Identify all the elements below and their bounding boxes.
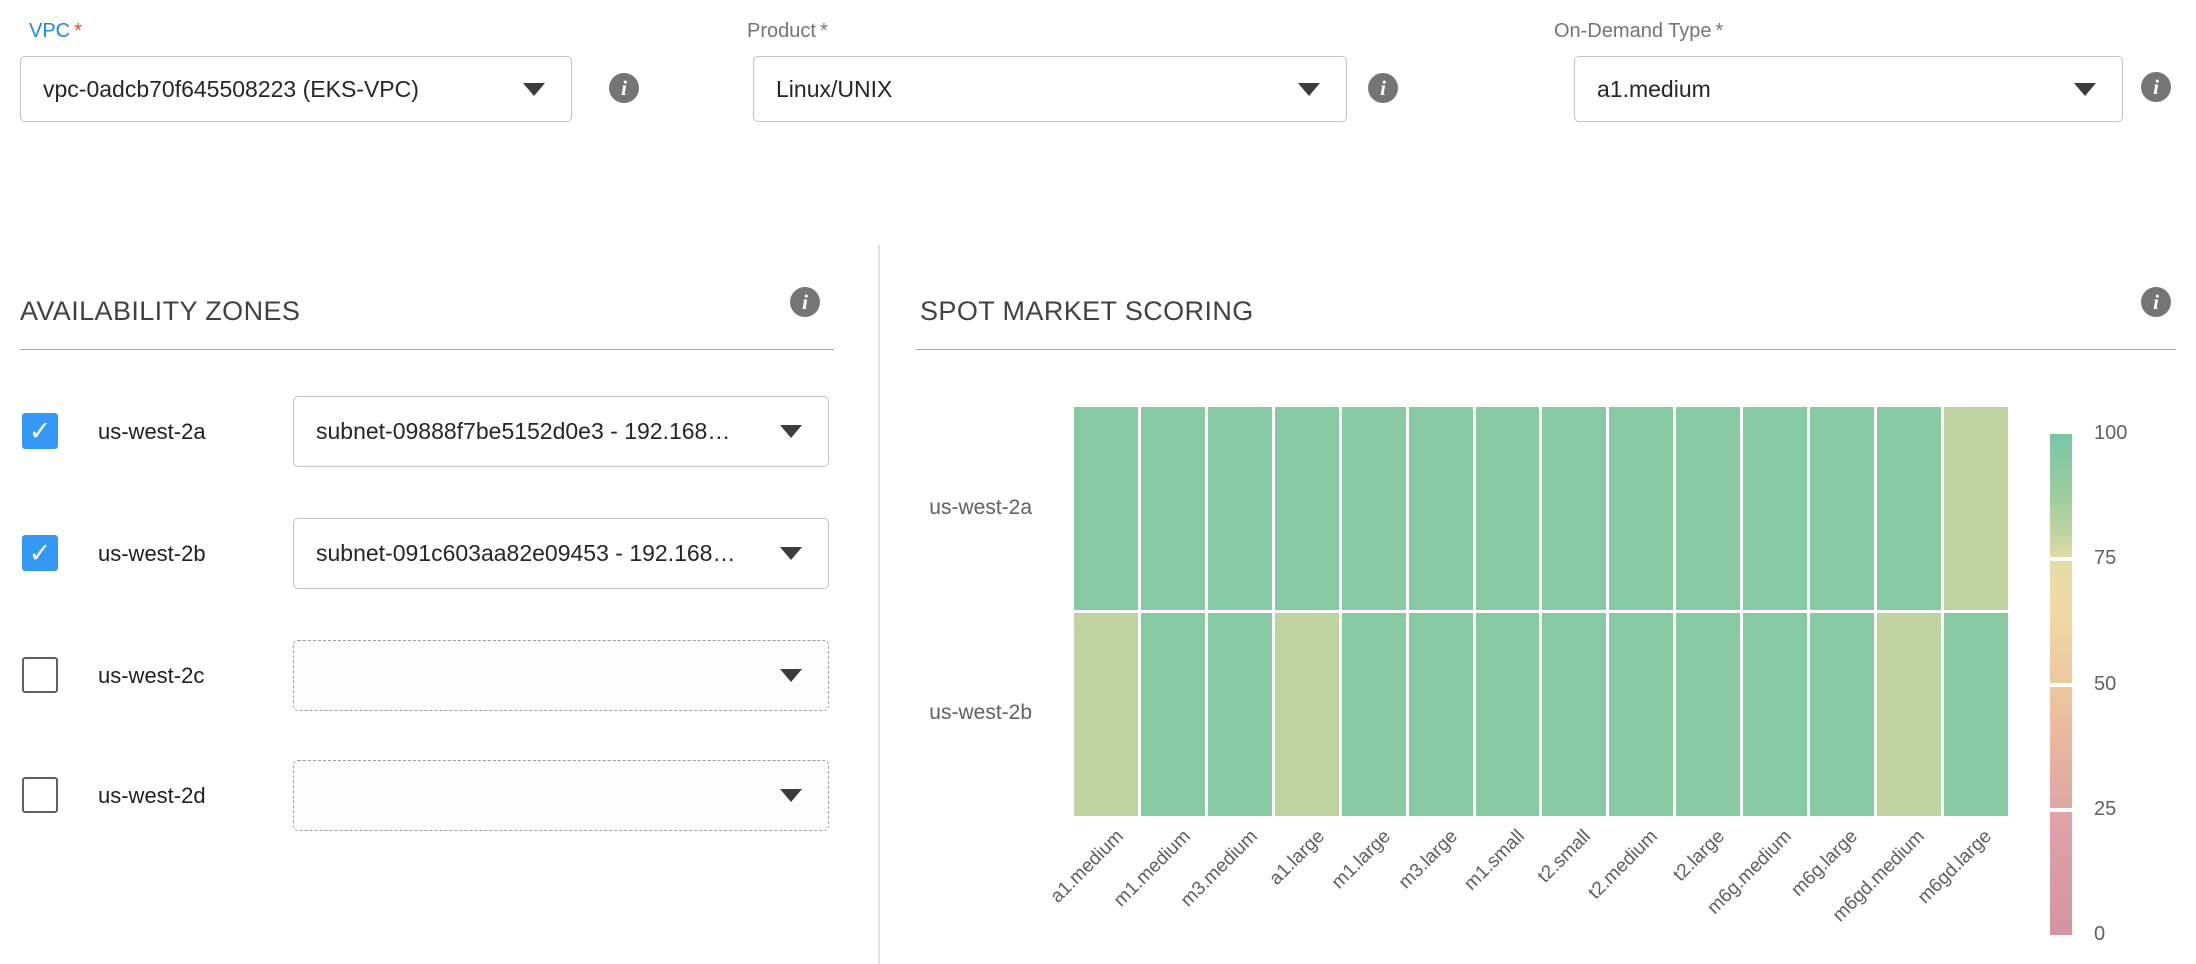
product-info-icon[interactable]: i bbox=[1368, 73, 1398, 103]
caret-down-icon bbox=[780, 669, 802, 682]
heatmap-cell-us-west-2a-m6gd.medium[interactable] bbox=[1877, 407, 1941, 610]
colorbar-tick-25: 25 bbox=[2094, 798, 2116, 821]
required-asterisk: * bbox=[820, 20, 828, 42]
subnet-select[interactable] bbox=[293, 640, 829, 711]
heatmap-cell-us-west-2a-t2.medium[interactable] bbox=[1609, 407, 1673, 610]
colorbar-gap bbox=[2050, 808, 2072, 812]
vpc-info-icon[interactable]: i bbox=[609, 73, 639, 103]
heatmap-cell-us-west-2b-t2.small[interactable] bbox=[1542, 613, 1606, 816]
heatmap-cell-us-west-2a-m6g.large[interactable] bbox=[1810, 407, 1874, 610]
colorbar-tick-75: 75 bbox=[2094, 547, 2116, 570]
product-label: Product* bbox=[747, 20, 828, 43]
heatmap-cell-us-west-2a-m1.small[interactable] bbox=[1476, 407, 1540, 610]
caret-down-icon bbox=[523, 83, 545, 96]
heatmap-row-label-us-west-2b: us-west-2b bbox=[880, 701, 1032, 725]
zone-row-us-west-2d: ✓ us-west-2d bbox=[22, 760, 852, 831]
heatmap-cell-us-west-2b-m3.medium[interactable] bbox=[1208, 613, 1272, 816]
product-label-text: Product bbox=[747, 20, 816, 42]
subnet-select[interactable]: subnet-091c603aa82e09453 - 192.168… bbox=[293, 518, 829, 589]
spot-market-scoring-divider bbox=[916, 349, 2176, 350]
vpc-select-value: vpc-0adcb70f645508223 (EKS-VPC) bbox=[43, 76, 419, 103]
heatmap-cell-us-west-2a-m3.medium[interactable] bbox=[1208, 407, 1272, 610]
heatmap-cell-us-west-2b-m6g.large[interactable] bbox=[1810, 613, 1874, 816]
zone-checkbox[interactable]: ✓ bbox=[22, 413, 58, 449]
vpc-label: VPC* bbox=[29, 20, 82, 43]
on-demand-type-select[interactable]: a1.medium bbox=[1574, 56, 2123, 122]
vpc-label-text: VPC bbox=[29, 20, 70, 42]
zone-label: us-west-2b bbox=[98, 518, 206, 589]
zone-row-us-west-2a: ✓ us-west-2a subnet-09888f7be5152d0e3 - … bbox=[22, 396, 852, 467]
subnet-select-value: subnet-091c603aa82e09453 - 192.168… bbox=[316, 540, 735, 567]
heatmap-cell-us-west-2b-m1.large[interactable] bbox=[1342, 613, 1406, 816]
heatmap-row-label-us-west-2a: us-west-2a bbox=[880, 496, 1032, 520]
required-asterisk: * bbox=[74, 20, 82, 42]
zone-row-us-west-2b: ✓ us-west-2b subnet-091c603aa82e09453 - … bbox=[22, 518, 852, 589]
product-select[interactable]: Linux/UNIX bbox=[753, 56, 1347, 122]
heatmap-column-labels: a1.mediumm1.mediumm3.mediuma1.largem1.la… bbox=[1074, 826, 2008, 964]
heatmap-cell-us-west-2a-m6g.medium[interactable] bbox=[1743, 407, 1807, 610]
heatmap-cell-us-west-2a-t2.small[interactable] bbox=[1542, 407, 1606, 610]
check-icon: ✓ bbox=[29, 418, 52, 445]
availability-zones-info-icon[interactable]: i bbox=[790, 287, 820, 317]
heatmap-cell-us-west-2b-t2.large[interactable] bbox=[1676, 613, 1740, 816]
heatmap-cell-us-west-2b-t2.medium[interactable] bbox=[1609, 613, 1673, 816]
heatmap-cell-us-west-2b-a1.medium[interactable] bbox=[1074, 613, 1138, 816]
heatmap-cell-us-west-2b-a1.large[interactable] bbox=[1275, 613, 1339, 816]
heatmap-cell-us-west-2a-a1.large[interactable] bbox=[1275, 407, 1339, 610]
on-demand-type-info-icon[interactable]: i bbox=[2141, 72, 2171, 102]
heatmap-cell-us-west-2a-m3.large[interactable] bbox=[1409, 407, 1473, 610]
check-icon: ✓ bbox=[29, 540, 52, 567]
zone-checkbox[interactable]: ✓ bbox=[22, 657, 58, 693]
caret-down-icon bbox=[780, 789, 802, 802]
vpc-select[interactable]: vpc-0adcb70f645508223 (EKS-VPC) bbox=[20, 56, 572, 122]
colorbar-gap bbox=[2050, 683, 2072, 687]
heatmap-cell-us-west-2b-m3.large[interactable] bbox=[1409, 613, 1473, 816]
zone-label: us-west-2a bbox=[98, 396, 206, 467]
colorbar-tick-50: 50 bbox=[2094, 673, 2116, 696]
availability-zones-divider bbox=[20, 349, 834, 350]
heatmap-grid bbox=[1074, 407, 2008, 816]
heatmap-row-labels: us-west-2a us-west-2b bbox=[880, 407, 1032, 816]
zone-checkbox[interactable]: ✓ bbox=[22, 535, 58, 571]
availability-zones-heading: AVAILABILITY ZONES bbox=[20, 296, 300, 327]
heatmap-col-label-a1.medium: a1.medium bbox=[944, 826, 1129, 964]
caret-down-icon bbox=[780, 425, 802, 438]
heatmap-cell-us-west-2a-t2.large[interactable] bbox=[1676, 407, 1740, 610]
heatmap-cell-us-west-2b-m1.small[interactable] bbox=[1476, 613, 1540, 816]
spot-market-scoring-info-icon[interactable]: i bbox=[2141, 287, 2171, 317]
heatmap-cell-us-west-2a-m6gd.large[interactable] bbox=[1944, 407, 2008, 610]
subnet-select[interactable]: subnet-09888f7be5152d0e3 - 192.168… bbox=[293, 396, 829, 467]
on-demand-type-label: On-Demand Type* bbox=[1554, 20, 1723, 43]
heatmap-cell-us-west-2b-m1.medium[interactable] bbox=[1141, 613, 1205, 816]
spot-market-scoring-heading: SPOT MARKET SCORING bbox=[920, 296, 1254, 327]
heatmap-cell-us-west-2b-m6g.medium[interactable] bbox=[1743, 613, 1807, 816]
zone-checkbox[interactable]: ✓ bbox=[22, 777, 58, 813]
heatmap-colorbar bbox=[2050, 434, 2072, 935]
subnet-select-value: subnet-09888f7be5152d0e3 - 192.168… bbox=[316, 418, 730, 445]
spot-instance-config-page: VPC* vpc-0adcb70f645508223 (EKS-VPC) i P… bbox=[0, 0, 2196, 964]
caret-down-icon bbox=[1298, 83, 1320, 96]
product-select-value: Linux/UNIX bbox=[776, 76, 892, 103]
caret-down-icon bbox=[780, 547, 802, 560]
colorbar-tick-100: 100 bbox=[2094, 422, 2127, 445]
colorbar-gap bbox=[2050, 557, 2072, 561]
heatmap-cell-us-west-2a-m1.large[interactable] bbox=[1342, 407, 1406, 610]
caret-down-icon bbox=[2074, 83, 2096, 96]
colorbar-tick-0: 0 bbox=[2094, 923, 2105, 946]
subnet-select[interactable] bbox=[293, 760, 829, 831]
heatmap-cell-us-west-2a-a1.medium[interactable] bbox=[1074, 407, 1138, 610]
zone-label: us-west-2c bbox=[98, 640, 204, 711]
colorbar-tick-labels: 1007550250 bbox=[2094, 434, 2164, 935]
heatmap-cell-us-west-2b-m6gd.medium[interactable] bbox=[1877, 613, 1941, 816]
zone-label: us-west-2d bbox=[98, 760, 206, 831]
on-demand-type-select-value: a1.medium bbox=[1597, 76, 1711, 103]
on-demand-type-label-text: On-Demand Type bbox=[1554, 20, 1712, 42]
heatmap-cell-us-west-2a-m1.medium[interactable] bbox=[1141, 407, 1205, 610]
zone-row-us-west-2c: ✓ us-west-2c bbox=[22, 640, 852, 711]
heatmap-cell-us-west-2b-m6gd.large[interactable] bbox=[1944, 613, 2008, 816]
required-asterisk: * bbox=[1716, 20, 1724, 42]
